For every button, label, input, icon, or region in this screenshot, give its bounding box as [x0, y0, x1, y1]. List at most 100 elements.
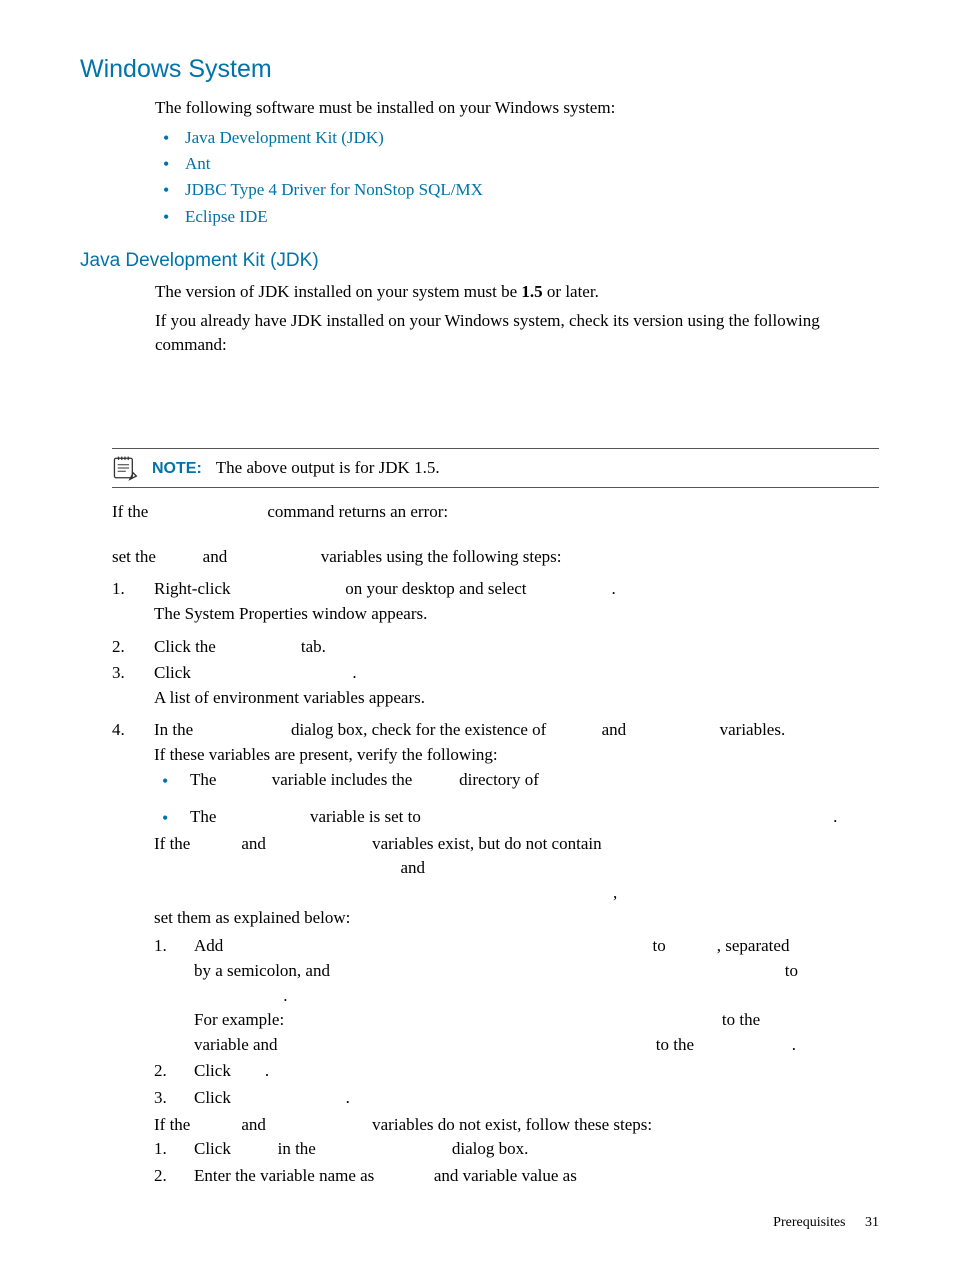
- text: Click: [194, 1139, 235, 1158]
- text: .: [346, 1088, 350, 1107]
- text: dialog box, check for the existence of: [287, 720, 551, 739]
- text: The System Properties window appears.: [154, 602, 879, 627]
- note-label: NOTE:: [152, 460, 202, 477]
- text: If the: [154, 834, 195, 853]
- text: If the: [154, 1115, 195, 1134]
- heading-windows-system: Windows System: [80, 55, 879, 84]
- text: command returns an error:: [263, 502, 448, 521]
- text: , separated: [717, 936, 790, 955]
- substep-1: 1. Add to , separated: [154, 934, 879, 1057]
- text: [228, 936, 649, 955]
- sub-bullet: • The variable is set to .: [154, 805, 879, 832]
- list-item: JDBC Type 4 Driver for NonStop SQL/MX: [155, 177, 879, 203]
- jdk-check-paragraph: If you already have JDK installed on you…: [155, 309, 879, 358]
- text: [698, 1035, 792, 1054]
- text-bold: 1.5: [521, 282, 542, 301]
- substep-2: 2. Click .: [154, 1059, 879, 1084]
- text: [288, 1010, 717, 1029]
- text: [235, 1139, 273, 1158]
- step-number: 4.: [112, 718, 154, 1190]
- text: [148, 502, 263, 521]
- if-the-command-line: If the command returns an error:: [112, 500, 879, 525]
- text: [235, 579, 341, 598]
- step-2: 2. Click the tab.: [112, 635, 879, 660]
- text: [160, 547, 198, 566]
- note-text: The above output is for JDK 1.5.: [216, 458, 440, 477]
- jdk-version-paragraph: The version of JDK installed on your sys…: [155, 280, 879, 305]
- text: variables.: [715, 720, 785, 739]
- text: [379, 1166, 430, 1185]
- text: [425, 807, 833, 826]
- text: Click: [194, 1088, 235, 1107]
- note-icon: [112, 455, 138, 481]
- text: A list of environment variables appears.: [154, 686, 879, 711]
- text: variables exist, but do not contain: [368, 834, 602, 853]
- text: [154, 858, 396, 877]
- text: If these variables are present, verify t…: [154, 743, 879, 768]
- list-item: Ant: [155, 151, 879, 177]
- text: Click: [194, 1061, 235, 1080]
- text: to: [780, 961, 797, 980]
- text: Click: [154, 663, 195, 682]
- text: [154, 883, 613, 902]
- bullet-icon: •: [154, 805, 190, 832]
- text: Right-click: [154, 579, 235, 598]
- heading-jdk: Java Development Kit (JDK): [80, 250, 879, 272]
- text: [197, 720, 286, 739]
- text: [320, 1139, 448, 1158]
- text: variables do not exist, follow these ste…: [368, 1115, 652, 1134]
- text: [221, 770, 268, 789]
- sub-bullet: • The variable includes the directory of: [154, 768, 879, 795]
- text: to the: [652, 1035, 699, 1054]
- text: variable and: [194, 1035, 282, 1054]
- step-1: 1. Right-click on your desktop and selec…: [112, 577, 879, 626]
- text: to the: [718, 1010, 761, 1029]
- text: set the: [112, 547, 160, 566]
- text: [270, 1115, 368, 1134]
- page-number: 31: [865, 1215, 879, 1230]
- text: The: [190, 770, 221, 789]
- text: [551, 720, 598, 739]
- software-list: Java Development Kit (JDK) Ant JDBC Type…: [155, 125, 879, 230]
- text: and: [237, 834, 270, 853]
- text: [670, 936, 717, 955]
- text: Enter the variable name as: [194, 1166, 379, 1185]
- text: Click the: [154, 637, 220, 656]
- text: Add: [194, 936, 228, 955]
- substep-number: 2.: [154, 1164, 194, 1189]
- text: [195, 663, 352, 682]
- step-number: 2.: [112, 635, 154, 660]
- text: [334, 961, 780, 980]
- text: by a semicolon, and: [194, 961, 334, 980]
- set-the-line: set the and variables using the followin…: [112, 545, 879, 570]
- text: variable includes the: [267, 770, 416, 789]
- text: .: [792, 1035, 796, 1054]
- text: .: [352, 663, 356, 682]
- text: [220, 637, 297, 656]
- list-item: Java Development Kit (JDK): [155, 125, 879, 151]
- text: and: [237, 1115, 270, 1134]
- text: [282, 1035, 652, 1054]
- text: directory of: [455, 770, 539, 789]
- text: [630, 720, 715, 739]
- text: [221, 807, 306, 826]
- text: In the: [154, 720, 197, 739]
- step-3: 3. Click . A list of environment variabl…: [112, 661, 879, 710]
- new-substep-1: 1. Click in the dialog box.: [154, 1137, 879, 1162]
- text: [195, 834, 238, 853]
- text: If the: [112, 502, 148, 521]
- ordered-list-outer: 1. Right-click on your desktop and selec…: [112, 577, 879, 1190]
- text: tab.: [297, 637, 326, 656]
- text: [235, 1088, 346, 1107]
- text: variable is set to: [306, 807, 425, 826]
- text: set them as explained below:: [154, 906, 879, 931]
- text: and: [597, 720, 630, 739]
- note-block: NOTE: The above output is for JDK 1.5.: [112, 448, 879, 488]
- text: in the: [273, 1139, 320, 1158]
- text: [195, 1115, 238, 1134]
- intro-paragraph: The following software must be installed…: [155, 96, 879, 121]
- text: or later.: [543, 282, 599, 301]
- text: .: [283, 986, 287, 1005]
- substep-number: 1.: [154, 934, 194, 1057]
- text: [417, 770, 455, 789]
